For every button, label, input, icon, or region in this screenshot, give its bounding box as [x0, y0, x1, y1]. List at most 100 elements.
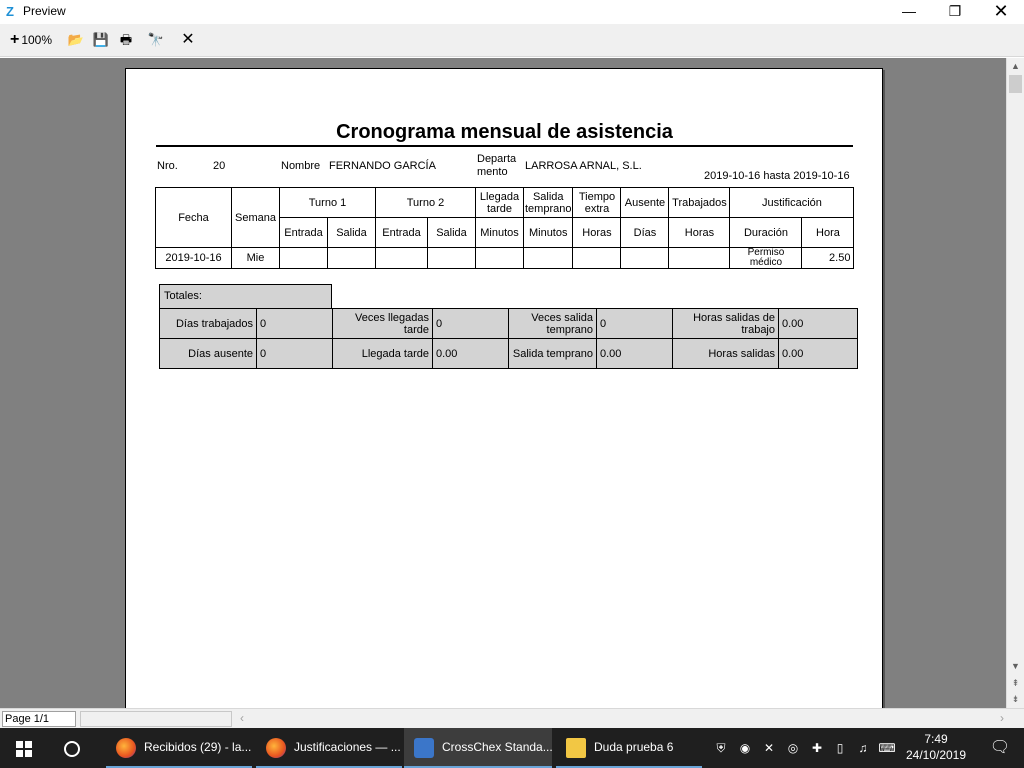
- header-salida-minutos: Minutos: [522, 217, 574, 248]
- report-page: Cronograma mensual de asistencia Nro. 20…: [125, 68, 883, 708]
- header-hora: Hora: [801, 217, 855, 248]
- header-justificacion: Justificación: [729, 187, 855, 218]
- taskbar-app-firefox-mail[interactable]: Recibidos (29) - la...: [106, 728, 252, 768]
- header-extra-horas: Horas: [572, 217, 622, 248]
- header-tiempo-extra: Tiempo extra: [572, 187, 622, 218]
- tray-defender-icon[interactable]: ✚: [808, 728, 826, 768]
- header-fecha: Fecha: [155, 187, 232, 248]
- cell-llegada: [475, 247, 524, 269]
- veces-salida-temprano-label: Veces salida temprano: [508, 308, 597, 339]
- page-down-icon[interactable]: ⇟: [1007, 691, 1024, 707]
- totals-label: Totales:: [159, 284, 332, 308]
- notifications-icon[interactable]: 🗨: [980, 728, 1020, 768]
- header-duracion: Duración: [729, 217, 803, 248]
- dias-trabajados-label: Días trabajados: [159, 308, 257, 339]
- cell-extra: [572, 247, 622, 269]
- tray-keyboard-icon[interactable]: ⌨: [878, 728, 896, 768]
- header-trabajados-horas: Horas: [668, 217, 731, 248]
- table-row: 2019-10-16 Mie Permiso médico 2.50: [155, 247, 855, 269]
- save-icon[interactable]: 💾: [92, 30, 110, 50]
- taskbar-app-folder[interactable]: Duda prueba 6: [556, 728, 702, 768]
- taskbar-clock[interactable]: 7:49 24/10/2019: [898, 731, 974, 763]
- horas-salidas-trabajo-label: Horas salidas de trabajo: [672, 308, 779, 339]
- nombre-label: Nombre: [281, 160, 321, 172]
- taskbar-app-label: Duda prueba 6: [594, 740, 674, 754]
- print-icon[interactable]: 🖶: [116, 30, 136, 50]
- header-llegada-minutos: Minutos: [475, 217, 524, 248]
- windows-start-icon[interactable]: [0, 728, 48, 768]
- date-range: 2019-10-16 hasta 2019-10-16: [704, 170, 850, 182]
- tray-usb-icon[interactable]: ▯: [832, 728, 848, 768]
- cell-t2-salida: [427, 247, 476, 269]
- tray-shield-icon[interactable]: ⛨: [712, 728, 730, 768]
- taskbar-app-label: Recibidos (29) - la...: [144, 740, 252, 754]
- page-up-icon[interactable]: ⇞: [1007, 675, 1024, 691]
- salida-temprano-label: Salida temprano: [508, 338, 597, 369]
- horas-salidas-value: 0.00: [778, 338, 858, 369]
- scroll-left-icon[interactable]: ‹: [240, 711, 244, 725]
- cell-salida: [522, 247, 574, 269]
- header-turno-2: Turno 2: [375, 187, 476, 218]
- header-turno-1: Turno 1: [279, 187, 376, 218]
- scroll-up-icon[interactable]: ▲: [1007, 58, 1024, 74]
- horizontal-scrollbar[interactable]: ‹ ›: [236, 711, 1008, 727]
- llegada-tarde-value: 0.00: [432, 338, 509, 369]
- departamento-label-line1: Departa: [477, 153, 517, 165]
- horas-salidas-label: Horas salidas: [672, 338, 779, 369]
- page-indicator: Page 1/1: [2, 711, 76, 727]
- tray-skype-icon[interactable]: ◎: [784, 728, 802, 768]
- find-binoculars-icon[interactable]: 🔭: [146, 30, 166, 50]
- taskbar-app-crosschex[interactable]: CrossChex Standa...: [404, 728, 552, 768]
- header-ausente-dias: Días: [620, 217, 670, 248]
- departamento-label-line2: mento: [477, 166, 508, 178]
- horas-salidas-trabajo-value: 0.00: [778, 308, 858, 339]
- taskbar-app-label: Justificaciones — ...: [294, 740, 401, 754]
- preview-workspace: Cronograma mensual de asistencia Nro. 20…: [0, 58, 1006, 708]
- cell-ausente: [620, 247, 670, 269]
- departamento-value: LARROSA ARNAL, S.L.: [525, 160, 642, 172]
- taskbar-app-firefox-justificaciones[interactable]: Justificaciones — ...: [256, 728, 402, 768]
- veces-llegadas-tarde-value: 0: [432, 308, 509, 339]
- tray-nx-icon[interactable]: ✕: [760, 728, 778, 768]
- header-ausente: Ausente: [620, 187, 670, 218]
- scroll-thumb[interactable]: [1009, 75, 1022, 93]
- close-window-button[interactable]: ✕: [978, 0, 1024, 24]
- vertical-scrollbar[interactable]: ▲ ▼ ⇞ ⇟: [1006, 58, 1024, 708]
- cell-hora: 2.50: [801, 247, 855, 269]
- tray-volume-icon[interactable]: ♫: [854, 728, 872, 768]
- scroll-down-icon[interactable]: ▼: [1007, 658, 1024, 674]
- salida-temprano-value: 0.00: [596, 338, 673, 369]
- cortana-search-icon[interactable]: [48, 728, 96, 768]
- maximize-button[interactable]: ❐: [932, 0, 978, 24]
- tray-security-icon[interactable]: ◉: [736, 728, 754, 768]
- dias-ausente-value: 0: [256, 338, 333, 369]
- zoom-icon: +: [9, 31, 20, 48]
- zoom-label: 100%: [21, 33, 53, 47]
- window-title: Preview: [23, 4, 66, 18]
- toolbar: +100% 📂 💾 🖶 🔭 ✕: [0, 24, 1024, 57]
- cell-duracion: Permiso médico: [729, 247, 803, 269]
- totals-table: Días trabajados 0 Veces llegadas tarde 0…: [159, 308, 858, 369]
- header-t2-salida: Salida: [427, 217, 476, 248]
- zoom-button[interactable]: +100%: [6, 30, 56, 50]
- status-bar: Page 1/1 ‹ ›: [0, 708, 1024, 728]
- dias-trabajados-value: 0: [256, 308, 333, 339]
- open-folder-icon[interactable]: 📂: [66, 30, 86, 50]
- folder-icon: [566, 737, 586, 758]
- dias-ausente-label: Días ausente: [159, 338, 257, 369]
- taskbar: Recibidos (29) - la... Justificaciones —…: [0, 728, 1024, 768]
- header-salida-temprano: Salida temprano: [522, 187, 574, 218]
- cell-fecha: 2019-10-16: [155, 247, 232, 269]
- veces-llegadas-tarde-label: Veces llegadas tarde: [332, 308, 433, 339]
- firefox-icon: [116, 737, 136, 758]
- close-preview-icon[interactable]: ✕: [178, 30, 198, 50]
- minimize-button[interactable]: —: [886, 0, 932, 24]
- nro-value: 20: [213, 160, 226, 172]
- crosschex-icon: [414, 737, 434, 758]
- cell-semana: Mie: [231, 247, 280, 269]
- scroll-right-icon[interactable]: ›: [1000, 711, 1004, 725]
- taskbar-app-label: CrossChex Standa...: [442, 740, 552, 754]
- app-logo-icon: Z: [6, 4, 14, 19]
- header-t2-entrada: Entrada: [375, 217, 428, 248]
- cell-t1-entrada: [279, 247, 328, 269]
